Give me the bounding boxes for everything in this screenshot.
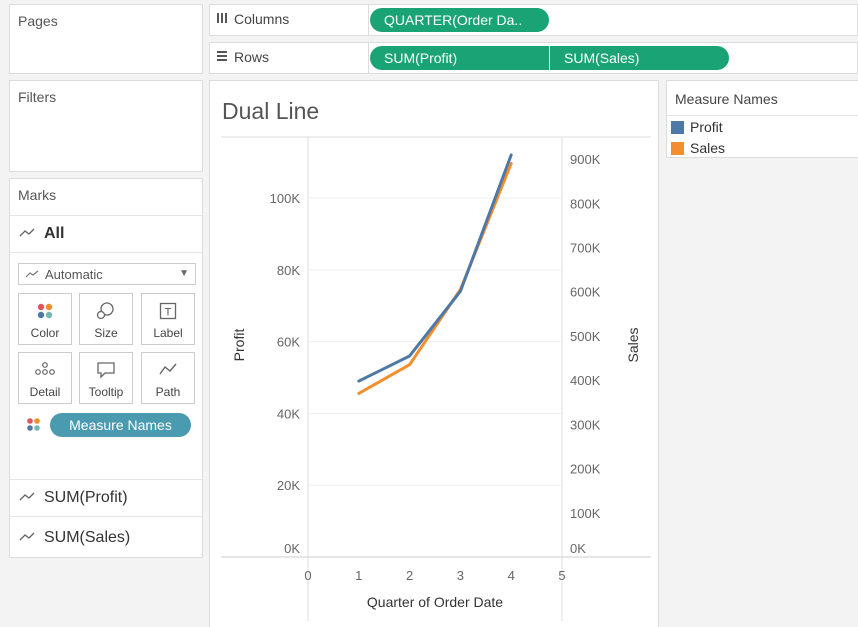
rows-shelf-label: Rows xyxy=(234,49,270,65)
rows-shelf: Rows xyxy=(209,42,369,74)
dual-line-chart: Dual Line 0K 20K 40K 60K 80K 100K 0K 100K 200K 3… xyxy=(221,98,651,621)
legend-item-sales[interactable]: Sales xyxy=(671,140,725,156)
color-label: Color xyxy=(30,326,60,340)
svg-text:T: T xyxy=(165,307,172,319)
y-tick-label: 100K xyxy=(270,191,301,206)
rows-icon xyxy=(216,49,228,65)
path-line-icon xyxy=(158,361,178,380)
columns-shelf-label: Columns xyxy=(234,11,290,27)
legend-swatch-profit xyxy=(671,120,684,134)
y2-tick-label: 500K xyxy=(570,329,601,344)
legend-swatch-sales xyxy=(671,141,684,155)
y2-tick-label: 400K xyxy=(570,373,601,388)
legend-panel: Measure Names Profit Sales xyxy=(666,80,858,158)
detail-button[interactable]: Detail xyxy=(18,352,72,404)
path-button[interactable]: Path xyxy=(141,352,195,404)
legend-title: Measure Names xyxy=(675,91,778,107)
detail-label: Detail xyxy=(29,385,61,399)
label-label: Label xyxy=(153,326,183,340)
pages-title: Pages xyxy=(18,13,58,29)
x-tick-label: 5 xyxy=(558,568,565,583)
line-mark-icon xyxy=(25,267,39,282)
text-label-icon: T xyxy=(159,302,177,323)
line-mark-icon xyxy=(18,225,36,243)
marks-sum-profit-row[interactable]: SUM(Profit) xyxy=(10,479,202,517)
y2-tick-label: 900K xyxy=(570,152,601,167)
color-button[interactable]: Color xyxy=(18,293,72,345)
chevron-down-icon: ▼ xyxy=(179,268,189,279)
rows-shelf-label-wrap: Rows xyxy=(216,49,269,65)
sum-sales-pill[interactable]: SUM(Sales) xyxy=(550,46,729,70)
columns-shelf: Columns xyxy=(209,4,369,36)
sum-profit-pill[interactable]: SUM(Profit) xyxy=(370,46,549,70)
label-button[interactable]: T Label xyxy=(141,293,195,345)
y-tick-label: 40K xyxy=(277,406,300,421)
pages-panel: Pages xyxy=(9,4,203,74)
measure-names-color-pill[interactable]: Measure Names xyxy=(50,413,191,437)
y-tick-label: 0K xyxy=(284,541,300,556)
tooltip-button[interactable]: Tooltip xyxy=(79,352,133,404)
size-icon xyxy=(96,302,116,323)
y-axis-label: Profit xyxy=(231,329,247,362)
speech-bubble-icon xyxy=(96,361,116,382)
chart-view: Dual Line 0K 20K 40K 60K 80K 100K 0K 100K 200K 3… xyxy=(209,80,659,627)
marks-sum-sales-row[interactable]: SUM(Sales) xyxy=(10,519,202,557)
series-line-profit xyxy=(357,153,513,383)
legend-item-profit[interactable]: Profit xyxy=(671,119,723,135)
marks-sum-sales-label: SUM(Sales) xyxy=(44,529,131,546)
y2-tick-label: 300K xyxy=(570,417,601,432)
marks-all-label: All xyxy=(44,225,65,242)
mark-type-value: Automatic xyxy=(45,266,103,282)
detail-dots-icon xyxy=(34,361,56,380)
marks-all-row[interactable]: All xyxy=(10,215,202,253)
y-tick-label: 60K xyxy=(277,335,300,350)
line-mark-icon xyxy=(18,529,36,547)
y2-tick-label: 800K xyxy=(570,196,601,211)
y-tick-label: 20K xyxy=(277,478,300,493)
tooltip-label: Tooltip xyxy=(88,385,124,399)
size-label: Size xyxy=(94,326,118,340)
marks-sum-profit-label: SUM(Profit) xyxy=(44,489,128,506)
y-tick-label: 80K xyxy=(277,263,300,278)
x-tick-label: 2 xyxy=(406,568,413,583)
legend-label-profit: Profit xyxy=(690,119,723,135)
size-button[interactable]: Size xyxy=(79,293,133,345)
y2-tick-label: 200K xyxy=(570,462,601,477)
columns-shelf-label-wrap: Columns xyxy=(216,11,289,27)
y2-tick-label: 100K xyxy=(570,506,601,521)
line-mark-icon xyxy=(18,489,36,507)
y2-tick-label: 700K xyxy=(570,241,601,256)
marks-panel: Marks All Automatic ▼ Color Size T Label xyxy=(9,178,203,558)
legend-divider xyxy=(667,115,858,116)
color-dots-icon xyxy=(36,302,54,323)
x-tick-label: 3 xyxy=(457,568,464,583)
chart-title: Dual Line xyxy=(222,98,319,124)
quarter-order-date-pill[interactable]: QUARTER(Order Da.. xyxy=(370,8,549,32)
marks-title: Marks xyxy=(18,187,57,203)
legend-label-sales: Sales xyxy=(690,140,726,156)
x-tick-label: 1 xyxy=(355,568,362,583)
columns-icon xyxy=(216,11,228,27)
y2-tick-label: 600K xyxy=(570,285,601,300)
filters-title: Filters xyxy=(18,89,57,105)
y2-tick-label: 0K xyxy=(570,541,586,556)
y2-axis-label: Sales xyxy=(625,327,641,362)
x-tick-label: 0 xyxy=(304,568,311,583)
path-label: Path xyxy=(155,385,181,399)
filters-panel[interactable]: Filters xyxy=(9,80,203,172)
x-tick-label: 4 xyxy=(508,568,515,583)
mark-type-dropdown[interactable]: Automatic ▼ xyxy=(18,263,196,285)
color-dots-icon xyxy=(26,417,42,438)
x-axis-label: Quarter of Order Date xyxy=(367,594,503,610)
